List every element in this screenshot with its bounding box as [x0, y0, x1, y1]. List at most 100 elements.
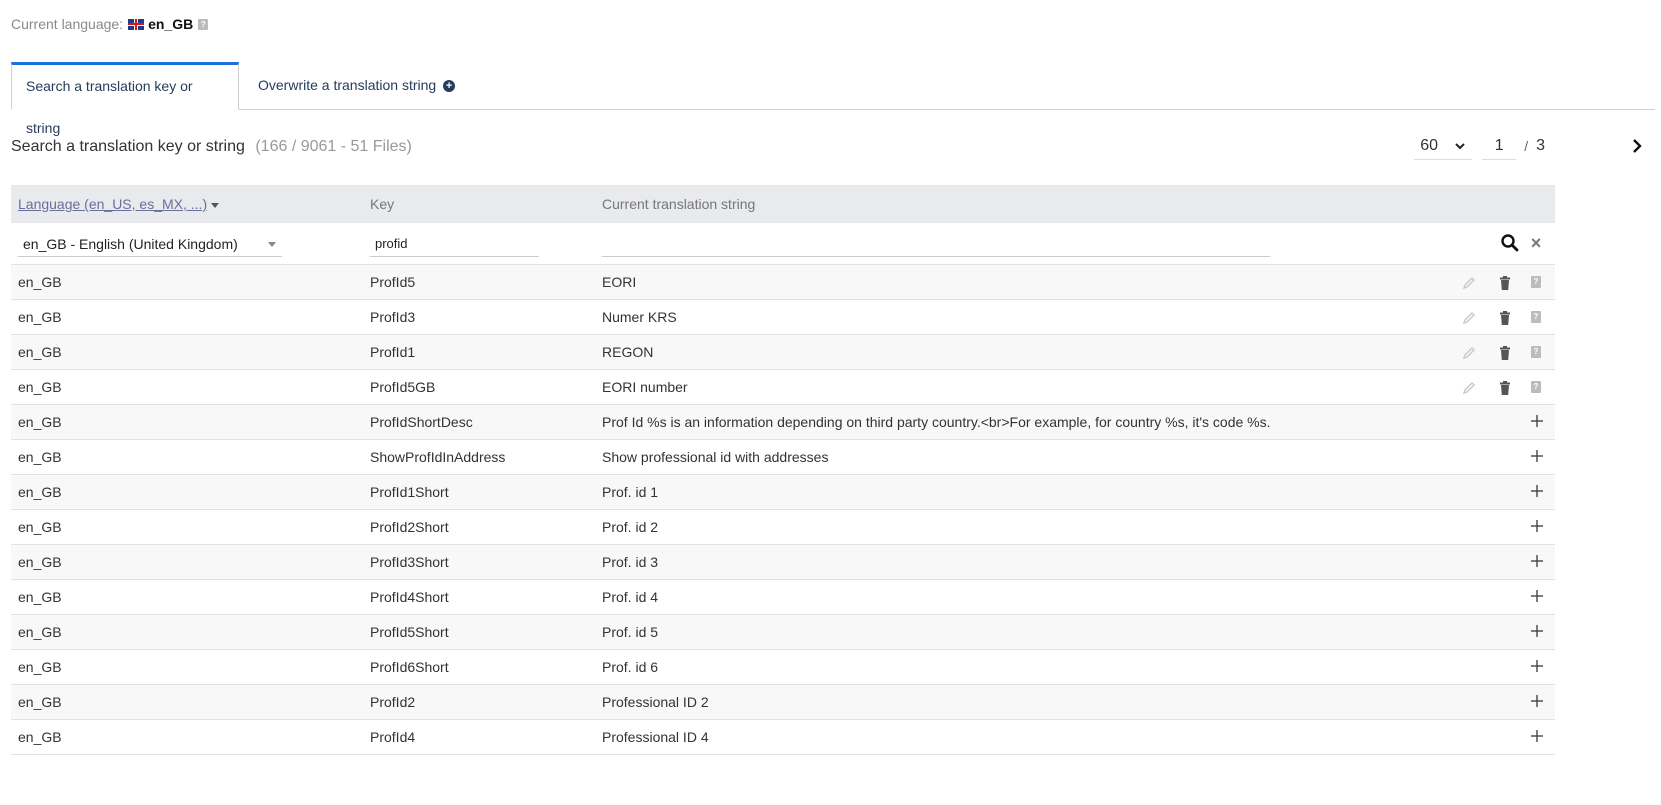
edit-button[interactable]	[1461, 310, 1477, 326]
table-row: en_GB ProfId2 Professional ID 2	[11, 685, 1555, 720]
table-row: en_GB ProfId5 EORI?	[11, 265, 1555, 300]
row-translation-string: Show professional id with addresses	[602, 449, 829, 465]
row-language: en_GB	[18, 554, 62, 570]
help-icon[interactable]: ?	[1531, 381, 1541, 393]
add-translation-button[interactable]	[1529, 482, 1545, 498]
delete-button[interactable]	[1497, 345, 1513, 361]
row-key: ProfId2Short	[370, 519, 449, 535]
tab-search-label: Search a translation key or string	[26, 78, 193, 136]
row-translation-string: Prof. id 6	[602, 659, 659, 675]
clear-filters-button[interactable]: ×	[1527, 233, 1545, 253]
plus-icon	[1531, 590, 1543, 602]
row-key: ProfId5GB	[370, 379, 436, 395]
table-row: en_GB ShowProfIdInAddress Show professiona…	[11, 440, 1555, 475]
next-page-button[interactable]	[1627, 134, 1647, 158]
result-counts: (166 / 9061 - 51 Files)	[255, 138, 412, 155]
row-translation-string: REGON	[602, 344, 654, 360]
row-key: ProfId1Short	[370, 484, 449, 500]
plus-icon	[1531, 660, 1543, 672]
add-translation-button[interactable]	[1529, 552, 1545, 568]
row-translation-string: Prof. id 4	[602, 589, 659, 605]
plus-icon	[1531, 625, 1543, 637]
language-filter-value: en_GB - English (United Kingdom)	[23, 236, 238, 252]
string-filter-input[interactable]	[602, 231, 1270, 257]
table-row: en_GB ProfId4Short Prof. id 4	[11, 580, 1555, 615]
language-filter-select[interactable]: en_GB - English (United Kingdom)	[18, 231, 282, 257]
row-translation-string: Prof. id 2	[602, 519, 659, 535]
delete-button[interactable]	[1497, 310, 1513, 326]
trash-icon	[1500, 381, 1510, 395]
translation-table: Language (en_US, es_MX, ...) Key Current…	[11, 185, 1555, 755]
row-translation-string: EORI	[602, 274, 637, 290]
column-header-language[interactable]: Language (en_US, es_MX, ...)	[18, 185, 220, 223]
table-row: en_GB ProfId3 Numer KRS?	[11, 300, 1555, 335]
row-language: en_GB	[18, 449, 62, 465]
pencil-icon	[1462, 312, 1475, 325]
add-translation-button[interactable]	[1529, 517, 1545, 533]
row-language: en_GB	[18, 414, 62, 430]
row-key: ProfId4	[370, 729, 416, 745]
pencil-icon	[1462, 277, 1475, 290]
row-language: en_GB	[18, 694, 62, 710]
help-icon[interactable]: ?	[1531, 346, 1541, 358]
pagination: 60 1 / 3	[1414, 132, 1545, 160]
row-translation-string: Prof Id %s is an information depending o…	[602, 414, 1271, 430]
pencil-icon	[1462, 382, 1475, 395]
plus-icon	[1531, 415, 1543, 427]
row-translation-string: Prof. id 1	[602, 484, 659, 500]
tab-bar: Search a translation key or string Overw…	[11, 62, 1655, 136]
plus-icon	[1531, 450, 1543, 462]
edit-button[interactable]	[1461, 345, 1477, 361]
tab-search[interactable]: Search a translation key or string	[11, 62, 239, 136]
key-filter-input[interactable]	[370, 231, 539, 257]
table-row: en_GB ProfId5GB EORI number?	[11, 370, 1555, 405]
row-key: ProfId3	[370, 309, 416, 325]
add-translation-button[interactable]	[1529, 587, 1545, 603]
help-icon[interactable]: ?	[1531, 276, 1541, 288]
chevron-down-icon	[1454, 132, 1466, 170]
add-translation-button[interactable]	[1529, 412, 1545, 428]
edit-button[interactable]	[1461, 275, 1477, 291]
row-language: en_GB	[18, 379, 62, 395]
trash-icon	[1500, 346, 1510, 360]
add-translation-button[interactable]	[1529, 622, 1545, 638]
row-key: ProfIdShortDesc	[370, 414, 473, 430]
table-row: en_GB ProfId1Short Prof. id 1	[11, 475, 1555, 510]
row-language: en_GB	[18, 659, 62, 675]
add-translation-button[interactable]	[1529, 657, 1545, 673]
row-language: en_GB	[18, 344, 62, 360]
dropdown-caret-icon	[268, 242, 276, 247]
row-key: ProfId2	[370, 694, 416, 710]
table-row: en_GB ProfId2Short Prof. id 2	[11, 510, 1555, 545]
tab-overwrite[interactable]: Overwrite a translation string +	[244, 62, 469, 110]
delete-button[interactable]	[1497, 380, 1513, 396]
search-button[interactable]	[1500, 233, 1520, 253]
help-icon[interactable]: ?	[198, 18, 209, 30]
delete-button[interactable]	[1497, 275, 1513, 291]
search-icon	[1501, 234, 1519, 252]
page-size-select[interactable]: 60	[1414, 132, 1473, 160]
row-translation-string: Prof. id 3	[602, 554, 659, 570]
help-icon[interactable]: ?	[1531, 311, 1541, 323]
table-body: en_GB ProfId5 EORI? en_GB ProfId3 Numer KRS? e…	[11, 265, 1555, 755]
row-key: ProfId5Short	[370, 624, 449, 640]
row-translation-string: Numer KRS	[602, 309, 677, 325]
page-number-input[interactable]: 1	[1482, 132, 1517, 160]
row-key: ProfId3Short	[370, 554, 449, 570]
row-language: en_GB	[18, 624, 62, 640]
row-key: ProfId1	[370, 344, 416, 360]
plus-icon	[1531, 730, 1543, 742]
add-translation-button[interactable]	[1529, 692, 1545, 708]
edit-button[interactable]	[1461, 380, 1477, 396]
row-key: ProfId4Short	[370, 589, 449, 605]
row-key: ProfId6Short	[370, 659, 449, 675]
row-key: ProfId5	[370, 274, 416, 290]
add-translation-button[interactable]	[1529, 727, 1545, 743]
total-pages: 3	[1536, 137, 1545, 154]
table-row: en_GB ProfId6Short Prof. id 6	[11, 650, 1555, 685]
chevron-right-icon	[1633, 139, 1642, 153]
page-size-value: 60	[1420, 137, 1438, 154]
column-header-key: Key	[370, 196, 395, 212]
current-language: Current language: en_GB ?	[11, 16, 209, 32]
add-translation-button[interactable]	[1529, 447, 1545, 463]
